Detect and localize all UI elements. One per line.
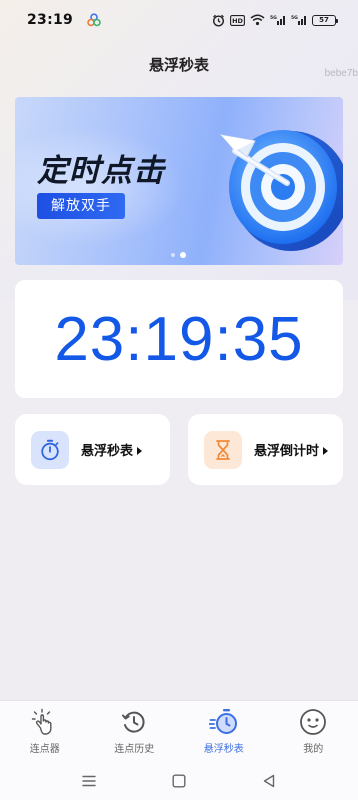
back-button[interactable] — [224, 766, 314, 796]
watermark-text: bebe7b — [324, 68, 358, 79]
signal-icon: 5G — [270, 15, 285, 25]
clock-card: 23:19:35 — [15, 280, 343, 398]
status-bar: 23:19 HD 5G 5G 57 — [0, 0, 358, 40]
nav-item-history[interactable]: 连点历史 — [90, 701, 180, 762]
clock-time: 23:19:35 — [54, 304, 304, 374]
svg-text:HD: HD — [232, 17, 243, 25]
battery-level: 57 — [319, 16, 329, 24]
banner-tag: 解放双手 — [37, 193, 125, 219]
wifi-icon — [250, 14, 265, 26]
tap-hand-icon — [30, 707, 60, 737]
arrow-right-icon — [323, 446, 329, 455]
promo-banner[interactable]: 定时点击 解放双手 — [15, 97, 343, 265]
alarm-icon — [212, 14, 225, 27]
stopwatch-icon — [208, 707, 239, 737]
hd-icon: HD — [230, 14, 245, 26]
menu-icon — [82, 775, 96, 787]
battery-icon: 57 — [312, 14, 338, 26]
banner-title: 定时点击 — [37, 153, 165, 189]
pagination-dot[interactable] — [171, 253, 175, 257]
app-notification-icon — [87, 13, 101, 27]
feature-label: 悬浮倒计时 — [254, 440, 329, 459]
system-nav-bar — [0, 762, 358, 800]
home-button[interactable] — [134, 766, 224, 796]
arrow-right-icon — [137, 446, 143, 455]
nav-label: 我的 — [303, 744, 324, 755]
history-clock-icon — [119, 707, 149, 737]
home-icon — [172, 774, 186, 788]
target-icon — [219, 130, 343, 251]
status-time: 23:19 — [27, 12, 74, 28]
nav-label: 连点历史 — [114, 744, 155, 755]
nav-item-clicker[interactable]: 连点器 — [0, 701, 90, 762]
bottom-nav: 连点器 连点历史 悬浮秒表 我的 — [0, 700, 358, 762]
svg-text:5G: 5G — [270, 15, 277, 21]
banner-pagination — [171, 252, 186, 258]
pagination-dot-active[interactable] — [180, 252, 186, 258]
back-icon — [263, 774, 275, 788]
page-title: 悬浮秒表 — [148, 56, 209, 74]
nav-label: 连点器 — [29, 744, 60, 755]
nav-item-stopwatch[interactable]: 悬浮秒表 — [179, 701, 269, 762]
hourglass-icon-box — [204, 430, 242, 469]
stopwatch-icon — [41, 439, 59, 460]
face-icon — [298, 707, 328, 737]
hourglass-icon — [216, 439, 230, 460]
floating-stopwatch-card[interactable]: 悬浮秒表 — [15, 414, 170, 485]
feature-label: 悬浮秒表 — [81, 440, 143, 459]
nav-item-mine[interactable]: 我的 — [269, 701, 358, 762]
stopwatch-icon-box — [31, 430, 69, 469]
nav-label: 悬浮秒表 — [203, 744, 244, 755]
menu-button[interactable] — [44, 766, 134, 796]
svg-text:5G: 5G — [291, 15, 298, 21]
signal-icon-2: 5G — [291, 15, 306, 25]
floating-countdown-card[interactable]: 悬浮倒计时 — [188, 414, 343, 485]
